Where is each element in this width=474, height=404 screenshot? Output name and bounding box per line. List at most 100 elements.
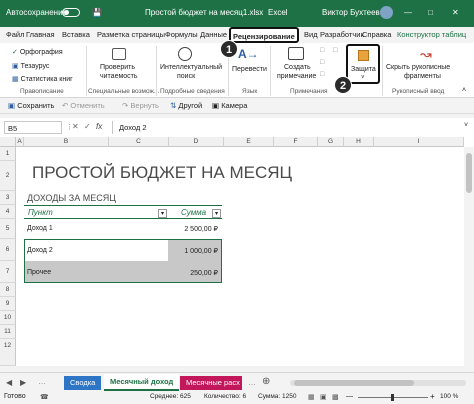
row-header[interactable]: 2 bbox=[0, 161, 16, 191]
row-header[interactable]: 9 bbox=[0, 297, 16, 311]
page-break-icon[interactable]: ▩ bbox=[332, 393, 339, 401]
tab-file[interactable]: Файл bbox=[6, 30, 24, 39]
income-item-amount[interactable]: 250,00 ₽ bbox=[150, 269, 218, 277]
row-header[interactable]: 4 bbox=[0, 205, 16, 219]
tab-home[interactable]: Главная bbox=[26, 30, 55, 39]
spelling-button[interactable]: ✓ Орфография bbox=[12, 48, 63, 56]
fx-icon[interactable]: fx bbox=[96, 122, 102, 131]
cancel-icon[interactable]: ✕ bbox=[72, 122, 79, 131]
expand-formula-icon[interactable]: ˅ bbox=[464, 122, 468, 129]
minimize-icon[interactable]: — bbox=[404, 8, 412, 17]
tab-developer[interactable]: Разработчик bbox=[320, 30, 364, 39]
column-header[interactable]: I bbox=[374, 137, 464, 147]
sheet-tab-summary[interactable]: Сводка bbox=[64, 376, 102, 390]
row-header[interactable]: 6 bbox=[0, 239, 16, 261]
column-header[interactable]: H bbox=[344, 137, 374, 147]
income-item-amount[interactable]: 1 000,00 ₽ bbox=[150, 247, 218, 255]
chevron-right-icon[interactable]: ▶ bbox=[20, 378, 26, 387]
table-header-item[interactable]: Пункт bbox=[28, 208, 53, 217]
more-sheets-icon[interactable]: … bbox=[38, 377, 46, 386]
more-sheets-icon[interactable]: … bbox=[248, 378, 256, 387]
row-header[interactable]: 8 bbox=[0, 283, 16, 297]
filter-dropdown-icon[interactable]: ▾ bbox=[212, 209, 221, 218]
zoom-slider[interactable] bbox=[358, 394, 428, 401]
row-header[interactable]: 7 bbox=[0, 261, 16, 283]
vertical-scrollbar[interactable] bbox=[464, 147, 474, 366]
avatar[interactable] bbox=[380, 6, 393, 19]
maximize-icon[interactable]: □ bbox=[428, 8, 433, 17]
accessibility-icon[interactable]: ☎ bbox=[40, 393, 49, 401]
comment-icon[interactable]: □ bbox=[320, 47, 324, 54]
column-header[interactable]: C bbox=[109, 137, 169, 147]
qa-save-button[interactable]: ▣ Сохранить bbox=[8, 101, 54, 110]
select-all-corner[interactable] bbox=[0, 137, 16, 147]
tab-help[interactable]: Справка bbox=[362, 30, 391, 39]
normal-view-icon[interactable]: ▦ bbox=[308, 393, 315, 401]
user-name[interactable]: Виктор Бухтеев bbox=[322, 8, 380, 17]
sheet-tab-monthly-expenses[interactable]: Месячные расх bbox=[180, 376, 242, 390]
zoom-level[interactable]: 100 % bbox=[440, 393, 458, 400]
filter-dropdown-icon[interactable]: ▾ bbox=[158, 209, 167, 218]
qa-camera-button[interactable]: ▣ Камера bbox=[212, 101, 247, 110]
table-header-amount[interactable]: Сумма bbox=[181, 208, 206, 217]
income-item-amount[interactable]: 2 500,00 ₽ bbox=[150, 225, 218, 233]
qa-sort-button[interactable]: ⇅ Другой bbox=[170, 101, 202, 110]
row-header[interactable]: 3 bbox=[0, 191, 16, 205]
page-layout-icon[interactable]: ▣ bbox=[320, 393, 327, 401]
divider bbox=[270, 46, 271, 96]
add-sheet-icon[interactable]: ⊕ bbox=[262, 376, 270, 387]
income-subtitle[interactable]: ДОХОДЫ ЗА МЕСЯЦ bbox=[27, 193, 116, 203]
tab-view[interactable]: Вид bbox=[304, 30, 318, 39]
income-item-name[interactable]: Доход 1 bbox=[27, 225, 53, 232]
comment-icon[interactable]: □ bbox=[320, 59, 324, 66]
qa-redo-button[interactable]: ↷ Вернуть bbox=[122, 101, 159, 110]
row-header[interactable]: 11 bbox=[0, 325, 16, 339]
scrollbar-thumb[interactable] bbox=[466, 153, 472, 193]
row-header[interactable]: 12 bbox=[0, 339, 16, 366]
sheet-tab-monthly-income[interactable]: Месячный доход bbox=[104, 374, 180, 391]
zoom-slider-handle[interactable] bbox=[391, 394, 394, 401]
formula-input[interactable]: Доход 2 bbox=[112, 121, 462, 134]
workbook-stats-button[interactable]: ▦ Статистика книг bbox=[12, 75, 73, 83]
collapse-ribbon-icon[interactable]: ˄ bbox=[462, 87, 466, 94]
column-header[interactable]: F bbox=[274, 137, 318, 147]
new-comment-button[interactable]: Создать bbox=[284, 64, 311, 71]
row-header[interactable]: 10 bbox=[0, 311, 16, 325]
thesaurus-button[interactable]: ▣ Тезаурус bbox=[12, 62, 49, 70]
name-box[interactable]: B5 bbox=[4, 121, 62, 134]
close-icon[interactable]: ✕ bbox=[452, 8, 459, 17]
column-header[interactable]: G bbox=[318, 137, 344, 147]
zoom-out-icon[interactable]: — bbox=[346, 393, 353, 400]
tab-formulas[interactable]: Формулы bbox=[165, 30, 198, 39]
tab-review[interactable]: Рецензирование bbox=[229, 27, 299, 43]
chevron-left-icon[interactable]: ◀ bbox=[6, 378, 12, 387]
tab-insert[interactable]: Вставка bbox=[62, 30, 90, 39]
income-item-name[interactable]: Прочее bbox=[27, 269, 51, 276]
zoom-in-icon[interactable]: + bbox=[430, 392, 435, 401]
column-header[interactable]: D bbox=[169, 137, 224, 147]
column-header[interactable]: E bbox=[224, 137, 274, 147]
tab-table-design[interactable]: Конструктор таблиц bbox=[397, 30, 466, 39]
income-item-name[interactable]: Доход 2 bbox=[27, 247, 53, 254]
row-header[interactable]: 1 bbox=[0, 147, 16, 161]
comment-icon[interactable]: □ bbox=[320, 71, 324, 78]
smart-lookup-button[interactable]: Интеллектуальный bbox=[160, 64, 222, 71]
sheet-title[interactable]: ПРОСТОЙ БЮДЖЕТ НА МЕСЯЦ bbox=[32, 163, 292, 183]
qa-undo-button[interactable]: ↶ Отменить bbox=[62, 101, 105, 110]
hide-ink-button[interactable]: Скрыть рукописные bbox=[386, 64, 450, 71]
autosave-toggle[interactable] bbox=[62, 8, 80, 17]
column-header[interactable]: A bbox=[16, 137, 24, 147]
scrollbar-thumb[interactable] bbox=[294, 380, 414, 386]
check-accessibility-button[interactable]: Проверить bbox=[100, 64, 135, 71]
row-header[interactable]: 5 bbox=[0, 219, 16, 239]
enter-icon[interactable]: ✓ bbox=[84, 122, 91, 131]
protect-button[interactable]: Защита ˅ bbox=[346, 44, 380, 84]
horizontal-scrollbar[interactable] bbox=[290, 380, 466, 386]
translate-button[interactable]: Перевести bbox=[232, 66, 267, 73]
tab-page-layout[interactable]: Разметка страницы bbox=[97, 30, 165, 39]
tab-data[interactable]: Данные bbox=[200, 30, 227, 39]
worksheet-grid[interactable]: A B C D E F G H I 1 2 3 4 5 6 7 8 9 10 1… bbox=[0, 137, 474, 366]
save-icon[interactable]: 💾 bbox=[92, 8, 102, 17]
column-header[interactable]: B bbox=[24, 137, 109, 147]
comment-icon[interactable]: □ bbox=[333, 47, 337, 54]
